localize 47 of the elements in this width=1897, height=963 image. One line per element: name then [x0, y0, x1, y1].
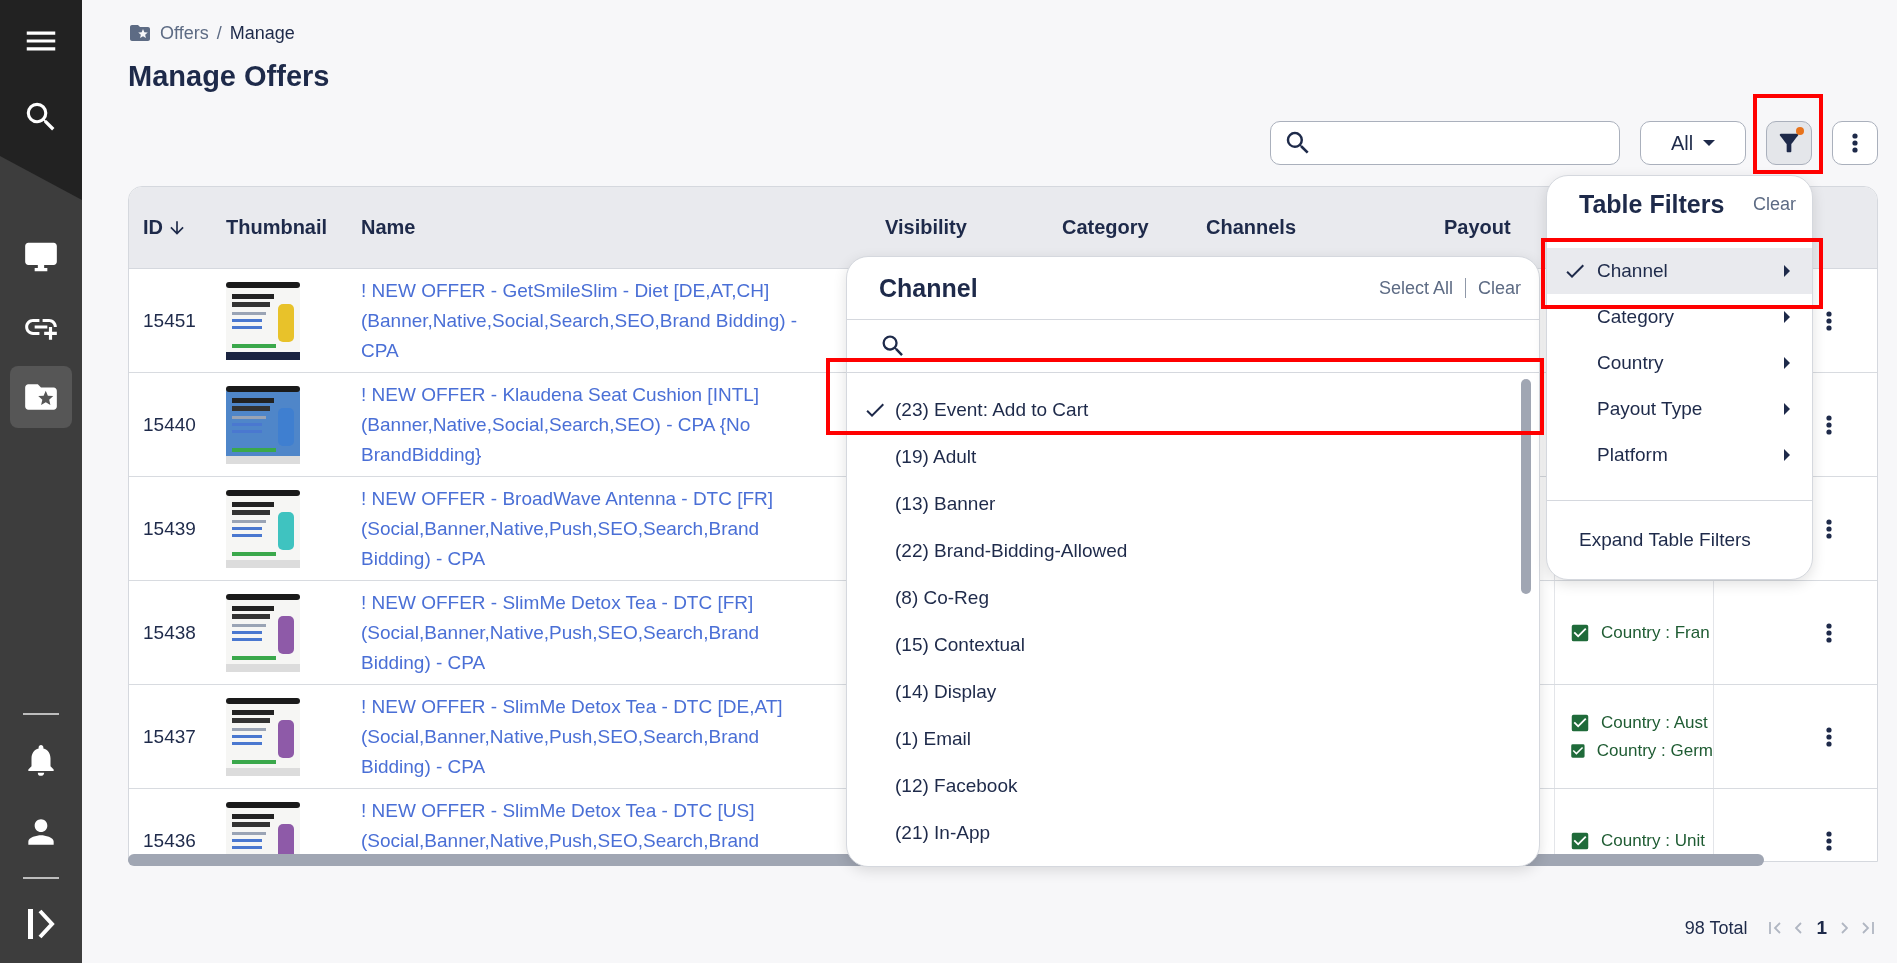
- channel-option[interactable]: (22) Brand-Bidding-Allowed: [847, 530, 1539, 571]
- channel-option[interactable]: (19) Adult: [847, 436, 1539, 477]
- table-cell-text: 15439: [142, 517, 197, 540]
- offer-link[interactable]: ! NEW OFFER - Klaudena Seat Cushion [INTL] (Banner,Native,Social,Search,SEO) - CPA {No BrandBidding}: [361, 380, 806, 470]
- column-header[interactable]: Thumbnail: [226, 187, 361, 268]
- filter-menu-item[interactable]: Payout Type: [1547, 386, 1812, 432]
- filter-menu-item[interactable]: Category: [1547, 294, 1812, 340]
- channel-option[interactable]: (1) Email: [847, 718, 1539, 759]
- breadcrumb-current: Manage: [229, 22, 295, 44]
- offer-link[interactable]: ! NEW OFFER - SlimMe Detox Tea - DTC [DE,AT] (Social,Banner,Native,Push,SEO,Search,Brand Bidding) - CPA: [361, 692, 806, 782]
- column-header[interactable]: Name: [361, 187, 885, 268]
- channel-option[interactable]: (14) Display: [847, 671, 1539, 712]
- column-header[interactable]: ID: [129, 187, 226, 268]
- channel-option[interactable]: (8) Co-Reg: [847, 577, 1539, 618]
- country-label: Country : Germ: [1596, 740, 1713, 761]
- breadcrumb-link[interactable]: Offers: [160, 22, 209, 44]
- select-all-link[interactable]: Select All: [1378, 277, 1453, 299]
- channel-option[interactable]: (23) Event: Add to Cart: [847, 389, 1539, 430]
- expand-filters-link[interactable]: Expand Table Filters: [1547, 501, 1812, 579]
- page-title: Manage Offers: [128, 59, 331, 94]
- breadcrumb-separator: /: [216, 22, 222, 44]
- offer-link[interactable]: ! NEW OFFER - BroadWave Antenna - DTC [FR] (Social,Banner,Native,Push,SEO,Search,Brand Bidding) - CPA: [361, 484, 806, 574]
- filter-menu-item[interactable]: Country: [1547, 340, 1812, 386]
- table-cell-text: 15437: [142, 725, 197, 748]
- offer-link[interactable]: ! NEW OFFER - SlimMe Detox Tea - DTC [FR] (Social,Banner,Native,Push,SEO,Search,Brand Bidding) - CPA: [361, 588, 806, 678]
- filter-menu-item[interactable]: Channel: [1547, 248, 1812, 294]
- popover-title: Table Filters: [1579, 190, 1725, 219]
- total-count: 98 Total: [1684, 917, 1748, 939]
- country-label: Country : Fran: [1601, 622, 1710, 643]
- offer-link[interactable]: ! NEW OFFER - SlimMe Detox Tea - DTC [US] (Social,Banner,Native,Push,SEO,Search,Brand: [361, 796, 806, 856]
- table-cell-text: 15451: [142, 309, 197, 332]
- clear-link[interactable]: Clear: [1753, 194, 1796, 215]
- clear-link[interactable]: Clear: [1478, 277, 1521, 299]
- page-number[interactable]: 1: [1816, 917, 1827, 939]
- offer-link[interactable]: ! NEW OFFER - GetSmileSlim - Diet [DE,AT,CH] (Banner,Native,Social,Search,SEO,Brand Bidding) - CPA: [361, 276, 806, 366]
- view-dropdown[interactable]: All: [1640, 121, 1746, 165]
- country-label: Country : Unit: [1601, 830, 1705, 851]
- channel-option[interactable]: (21) In-App: [847, 812, 1539, 853]
- popover-title: Channel: [879, 273, 978, 303]
- filter-menu-item[interactable]: Platform: [1547, 432, 1812, 478]
- table-cell-text: 15436: [142, 829, 197, 852]
- table-cell-text: 15440: [142, 413, 197, 436]
- channel-option[interactable]: (12) Facebook: [847, 765, 1539, 806]
- table-cell-text: 15438: [142, 621, 197, 644]
- channel-option[interactable]: (13) Banner: [847, 483, 1539, 524]
- country-label: Country : Aust: [1601, 712, 1708, 733]
- channel-option[interactable]: (15) Contextual: [847, 624, 1539, 665]
